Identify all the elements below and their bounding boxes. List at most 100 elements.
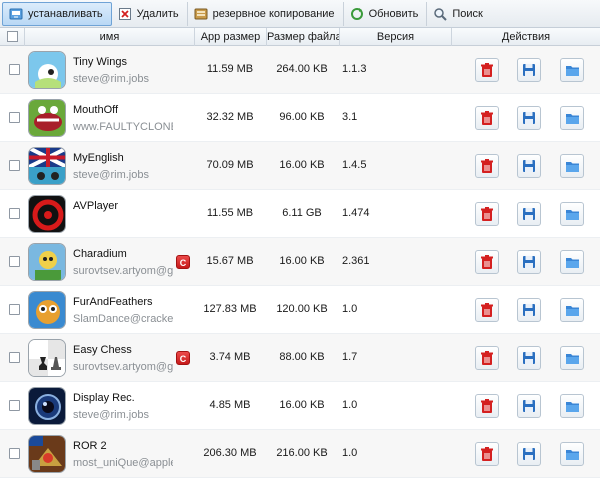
column-name[interactable]: имя: [25, 28, 195, 46]
folder-icon: [565, 256, 580, 269]
app-size: 127.83 MB: [203, 303, 257, 315]
floppy-icon: [522, 351, 536, 365]
delete-app-button[interactable]: [475, 394, 499, 418]
table-header: имя App размер Размер файла Версия Дейст…: [0, 28, 600, 46]
delete-app-button[interactable]: [475, 346, 499, 370]
table-row[interactable]: Charadium surovtsev.artyom@g C 15.67 MB 16.0…: [0, 238, 600, 286]
column-app-size[interactable]: App размер: [195, 28, 267, 46]
row-checkbox[interactable]: [9, 160, 20, 171]
file-size: 120.00 KB: [276, 303, 328, 315]
trash-icon: [480, 398, 494, 414]
backup-label: резервное копирование: [212, 7, 335, 20]
row-checkbox[interactable]: [9, 208, 20, 219]
open-folder-button[interactable]: [560, 202, 584, 226]
table-row[interactable]: MyEnglish steve@rim.jobs 70.09 MB 16.00 KB 1…: [0, 142, 600, 190]
app-size: 4.85 MB: [209, 399, 251, 411]
table-row[interactable]: Display Rec. steve@rim.jobs 4.85 MB 16.00 K…: [0, 382, 600, 430]
folder-icon: [565, 352, 580, 365]
floppy-icon: [522, 303, 536, 317]
app-version: 3.1: [342, 111, 358, 123]
app-size: 206.30 MB: [203, 447, 257, 459]
delete-app-button[interactable]: [475, 58, 499, 82]
app-size: 11.59 MB: [206, 63, 254, 75]
backup-app-button[interactable]: [517, 346, 541, 370]
table-row[interactable]: Tiny Wings steve@rim.jobs 11.59 MB 264.00 K…: [0, 46, 600, 94]
search-icon: [433, 7, 448, 21]
file-size: 216.00 KB: [276, 447, 328, 459]
row-checkbox[interactable]: [9, 304, 20, 315]
column-file-size[interactable]: Размер файла: [267, 28, 340, 46]
refresh-icon: [350, 7, 364, 21]
file-size: 16.00 KB: [279, 159, 325, 171]
backup-app-button[interactable]: [517, 250, 541, 274]
open-folder-button[interactable]: [560, 154, 584, 178]
backup-app-button[interactable]: [517, 202, 541, 226]
open-folder-button[interactable]: [560, 58, 584, 82]
table-row[interactable]: AVPlayer 11.55 MB 6.11 GB 1.474: [0, 190, 600, 238]
open-folder-button[interactable]: [560, 106, 584, 130]
app-icon: [28, 435, 66, 473]
app-name: Easy Chess: [73, 344, 132, 356]
backup-app-button[interactable]: [517, 298, 541, 322]
app-author: steve@rim.jobs: [73, 73, 149, 85]
open-folder-button[interactable]: [560, 442, 584, 466]
table-row[interactable]: MouthOff www.FAULTYCLONE. 32.32 MB 96.00 KB…: [0, 94, 600, 142]
row-checkbox[interactable]: [9, 112, 20, 123]
row-checkbox[interactable]: [9, 400, 20, 411]
app-author: SlamDance@cracked.: [73, 313, 173, 325]
backup-app-button[interactable]: [517, 442, 541, 466]
file-size: 6.11 GB: [282, 207, 322, 219]
delete-app-button[interactable]: [475, 250, 499, 274]
row-checkbox[interactable]: [9, 64, 20, 75]
row-checkbox[interactable]: [9, 352, 20, 363]
delete-app-button[interactable]: [475, 154, 499, 178]
app-icon: [28, 243, 66, 281]
app-name: ROR 2: [73, 440, 107, 452]
delete-app-button[interactable]: [475, 202, 499, 226]
app-icon: [28, 147, 66, 185]
install-label: устанавливать: [28, 7, 103, 20]
open-folder-button[interactable]: [560, 394, 584, 418]
select-all-checkbox[interactable]: [6, 31, 18, 42]
backup-app-button[interactable]: [517, 154, 541, 178]
delete-app-button[interactable]: [475, 298, 499, 322]
app-icon: [28, 291, 66, 329]
file-size: 96.00 KB: [279, 111, 325, 123]
app-version: 1.474: [342, 207, 370, 219]
open-folder-button[interactable]: [560, 346, 584, 370]
delete-app-button[interactable]: [475, 442, 499, 466]
file-size: 16.00 KB: [279, 399, 325, 411]
select-all-column: [0, 28, 25, 46]
table-row[interactable]: ROR 2 most_uniQue@apple. 206.30 MB 216.00 K…: [0, 430, 600, 478]
app-size: 15.67 MB: [206, 255, 254, 267]
floppy-icon: [522, 255, 536, 269]
backup-button[interactable]: резервное копирование: [188, 1, 344, 26]
install-icon: [9, 7, 23, 21]
app-version: 1.0: [342, 399, 358, 411]
floppy-icon: [522, 399, 536, 413]
backup-app-button[interactable]: [517, 106, 541, 130]
row-checkbox[interactable]: [9, 448, 20, 459]
backup-app-button[interactable]: [517, 394, 541, 418]
trash-icon: [480, 62, 494, 78]
delete-app-button[interactable]: [475, 106, 499, 130]
table-row[interactable]: FurAndFeathers SlamDance@cracked. 127.83 M…: [0, 286, 600, 334]
app-size: 70.09 MB: [206, 159, 254, 171]
app-author: surovtsev.artyom@g: [73, 361, 173, 373]
open-folder-button[interactable]: [560, 298, 584, 322]
search-button[interactable]: Поиск: [427, 2, 490, 26]
open-folder-button[interactable]: [560, 250, 584, 274]
table-row[interactable]: Easy Chess surovtsev.artyom@g C 3.74 MB 88.0…: [0, 334, 600, 382]
column-version[interactable]: Версия: [340, 28, 452, 46]
app-icon: [28, 387, 66, 425]
folder-icon: [565, 448, 580, 461]
folder-icon: [565, 64, 580, 77]
backup-app-button[interactable]: [517, 58, 541, 82]
row-checkbox[interactable]: [9, 256, 20, 267]
delete-button[interactable]: Удалить: [112, 1, 188, 26]
floppy-icon: [522, 111, 536, 125]
app-name: AVPlayer: [73, 200, 119, 212]
install-button[interactable]: устанавливать: [2, 1, 112, 26]
refresh-button[interactable]: Обновить: [344, 1, 428, 26]
app-author: steve@rim.jobs: [73, 409, 149, 421]
